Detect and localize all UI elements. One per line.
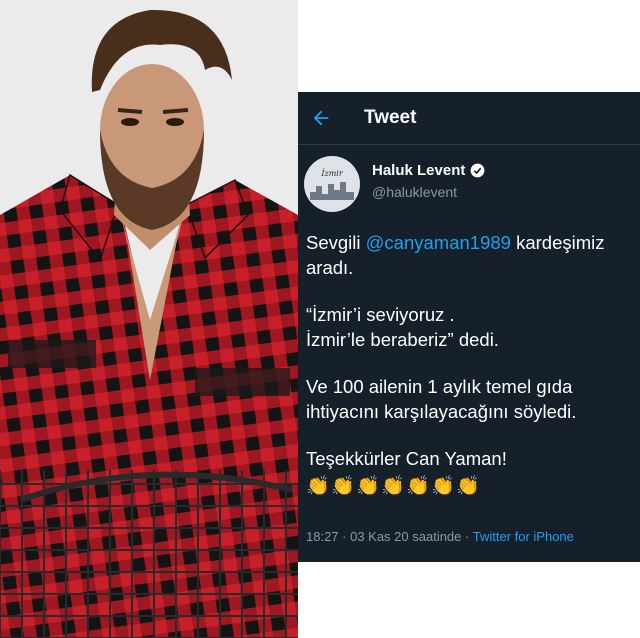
verified-badge-icon	[471, 163, 485, 178]
man-portrait-illustration	[0, 0, 298, 638]
tweet-paragraph-3: Ve 100 ailenin 1 aylık temel gıda ihtiya…	[306, 374, 640, 424]
tweet-thanks: Teşekkürler Can Yaman!	[306, 448, 507, 469]
avatar[interactable]: İzmir	[304, 156, 360, 212]
tweet-text: Sevgili @canyaman1989 kardeşimiz aradı. …	[306, 230, 640, 498]
tweet-paragraph-1: Sevgili @canyaman1989 kardeşimiz aradı.	[306, 230, 640, 280]
tweet-text-segment: ihtiyacını karşılayacağını söyledi.	[306, 401, 577, 422]
tweet-paragraph-2: “İzmir’i seviyoruz . İzmir’le beraberiz”…	[306, 302, 640, 352]
tweet-author[interactable]: İzmir Haluk Levent @haluklevent	[304, 156, 485, 212]
display-name[interactable]: Haluk Levent	[372, 162, 465, 179]
tweet-topbar: Tweet	[298, 92, 640, 145]
profile-photo	[0, 0, 298, 638]
client-link[interactable]: Twitter for iPhone	[473, 529, 574, 544]
clapping-hands-icon: 👏	[381, 476, 405, 497]
user-handle[interactable]: @haluklevent	[372, 184, 485, 200]
clapping-hands-icon: 👏	[431, 476, 455, 497]
tweet-quote-line: İzmir’le beraberiz” dedi.	[306, 329, 499, 350]
tweet-text-segment: kardeşimiz	[510, 232, 605, 253]
tweet-meta: 18:27 · 03 Kas 20 saatinde · Twitter for…	[306, 529, 574, 544]
clapping-hands-icon: 👏	[306, 476, 330, 497]
tweet-text-segment: aradı.	[306, 257, 354, 278]
tweet-text-segment: Sevgili	[306, 232, 366, 253]
clapping-hands-icon: 👏	[456, 476, 480, 497]
tweet-text-segment: Ve 100 ailenin 1 aylık temel gıda	[306, 376, 573, 397]
clapping-hands-emojis: 👏 👏 👏 👏 👏 👏 👏	[306, 476, 640, 498]
clapping-hands-icon: 👏	[331, 476, 355, 497]
mention-link[interactable]: @canyaman1989	[366, 232, 511, 253]
city-skyline-icon	[310, 182, 354, 200]
tweet-paragraph-4: Teşekkürler Can Yaman!	[306, 446, 640, 471]
tweet-quote-line: “İzmir’i seviyoruz .	[306, 304, 455, 325]
page-title: Tweet	[364, 107, 417, 128]
tweet-screenshot: Tweet İzmir Haluk Levent @haluklevent Se…	[298, 92, 640, 562]
clapping-hands-icon: 👏	[356, 476, 380, 497]
arrow-left-icon[interactable]	[310, 107, 332, 129]
tweet-timestamp: 18:27 · 03 Kas 20 saatinde ·	[306, 529, 473, 544]
clapping-hands-icon: 👏	[406, 476, 430, 497]
